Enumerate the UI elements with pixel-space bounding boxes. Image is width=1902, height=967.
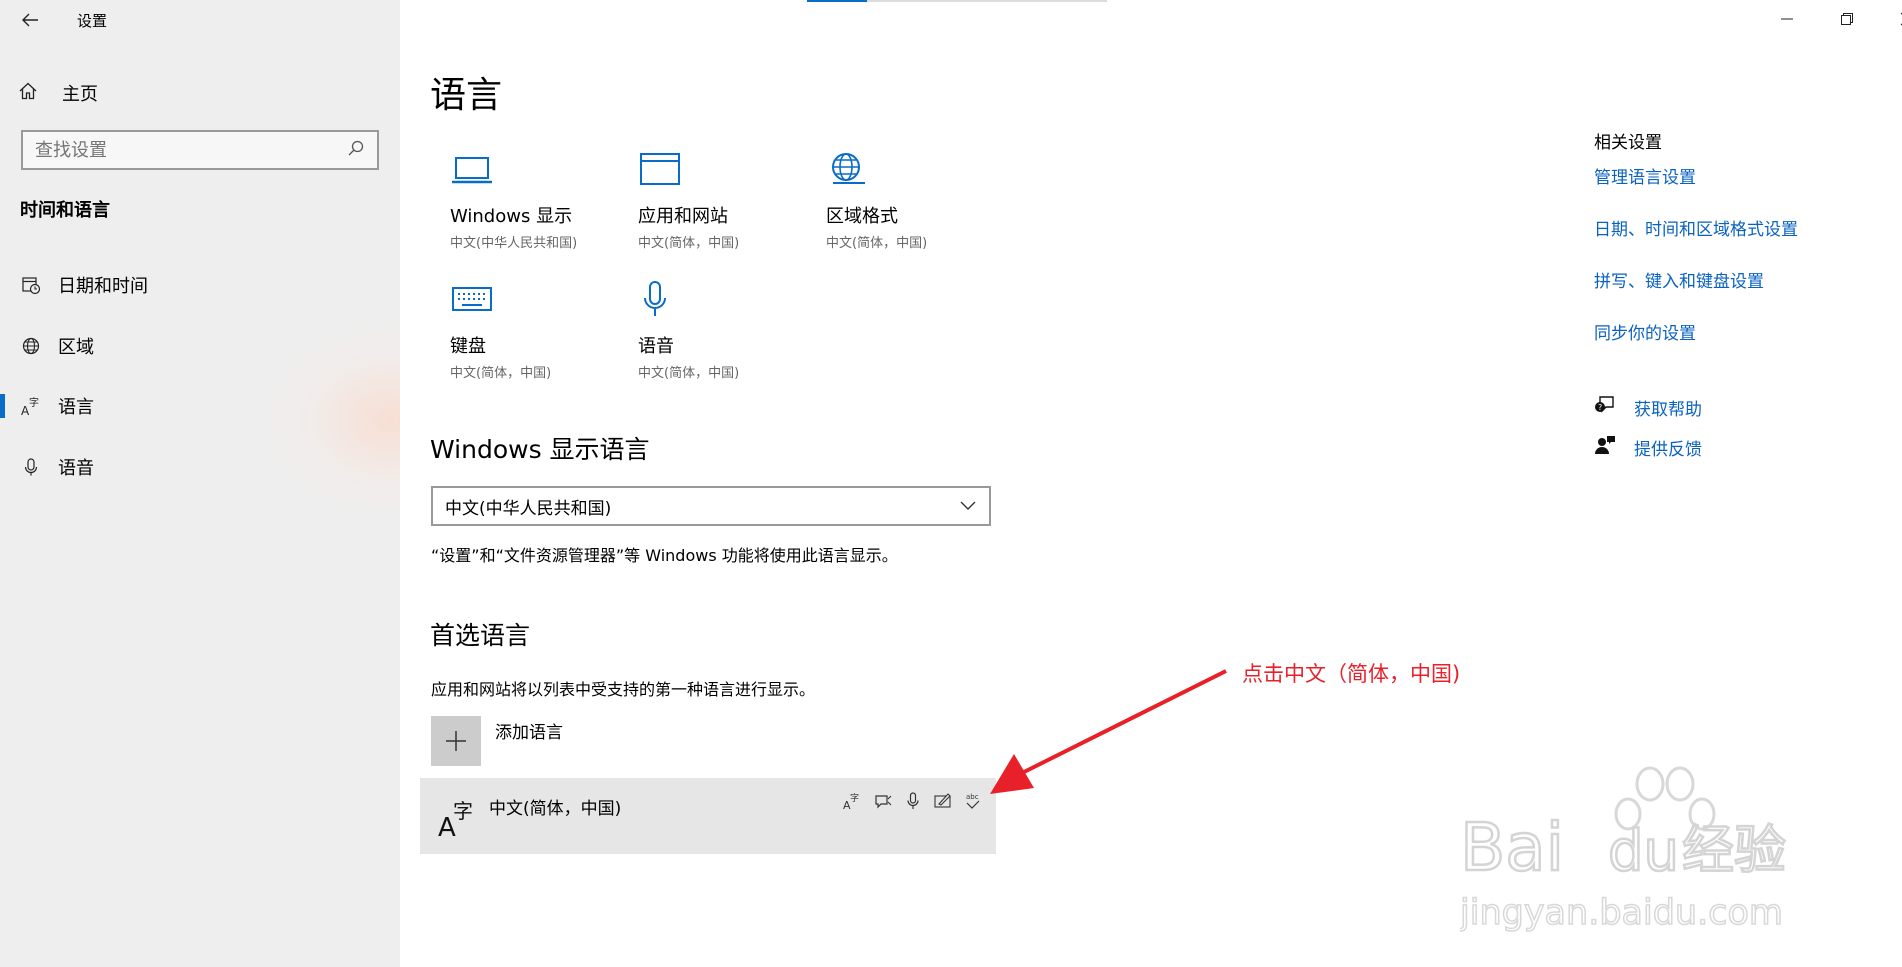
sidebar-item-region[interactable]: 区域 [0,321,400,371]
tile-subtitle: 中文(简体，中国) [450,366,552,381]
display-language-heading: Windows 显示语言 [430,435,650,464]
watermark-brand: Bai [1460,809,1564,886]
tile-windows-display[interactable]: Windows 显示 中文(中华人民共和国) [450,150,640,251]
help-chat-icon: ? [1594,394,1616,421]
chevron-down-icon [959,496,977,516]
feedback-icon [1594,434,1616,461]
language-glyph-icon: A字 [438,796,478,843]
tile-keyboard[interactable]: 键盘 中文(简体，中国) [450,280,640,381]
preferred-languages-description: 应用和网站将以列表中受支持的第一种语言进行显示。 [431,680,816,699]
top-progress-indicator [807,0,1107,2]
sidebar-item-label: 语音 [58,458,94,479]
svg-text:字: 字 [850,792,859,804]
microphone-icon [638,280,684,320]
globe-icon [20,335,42,357]
related-settings: 相关设置 管理语言设置 日期、时间和区域格式设置 拼写、键入和键盘设置 同步你的… [1594,128,1874,371]
language-icon: A字 [20,395,42,417]
give-feedback-label: 提供反馈 [1634,440,1702,460]
tile-name: 语音 [638,336,674,357]
restore-icon[interactable] [1832,6,1862,32]
section-title: 时间和语言 [20,200,110,221]
app-title: 设置 [77,12,108,30]
plus-icon [431,716,481,766]
display-language-description: “设置”和“文件资源管理器”等 Windows 功能将使用此语言显示。 [431,546,898,565]
get-help-label: 获取帮助 [1634,400,1702,420]
microphone-icon [902,790,924,812]
tile-subtitle: 中文(简体，中国) [638,236,740,251]
sidebar-item-label: 区域 [58,337,94,358]
home-icon [18,81,38,106]
search-input[interactable] [35,139,335,161]
tile-subtitle: 中文(中华人民共和国) [450,236,578,251]
tile-name: 应用和网站 [638,206,728,227]
spell-check-icon: abc [962,790,984,812]
tile-subtitle: 中文(简体，中国) [638,366,740,381]
link-sync-settings[interactable]: 同步你的设置 [1594,319,1874,344]
display-language-icon: A字 [842,790,864,812]
calendar-clock-icon [20,274,42,296]
search-icon[interactable] [347,139,365,161]
svg-text:字: 字 [453,799,473,823]
give-feedback-link[interactable]: 提供反馈 [1594,434,1702,461]
nav-home-label: 主页 [62,84,98,105]
minimize-icon[interactable] [1772,6,1802,32]
microphone-icon [20,456,42,478]
link-date-time-region[interactable]: 日期、时间和区域格式设置 [1594,215,1874,240]
nav-home[interactable]: 主页 [18,78,98,108]
close-icon[interactable] [1892,6,1902,32]
sidebar: 设置 主页 时间和语言 日期和时间 区域 A字 语言 语音 [0,0,400,967]
related-settings-heading: 相关设置 [1594,133,1662,153]
language-list-item[interactable]: A字 中文(简体，中国) A字 abc [420,778,996,854]
link-spelling-typing-keyboard[interactable]: 拼写、键入和键盘设置 [1594,267,1874,292]
page-title: 语言 [430,75,503,116]
regional-format-icon [826,150,872,190]
tile-apps-websites[interactable]: 应用和网站 中文(简体，中国) [638,150,828,251]
add-language-button[interactable]: 添加语言 [431,716,563,766]
get-help-link[interactable]: ? 获取帮助 [1594,394,1702,421]
annotation-arrow-icon [990,669,1227,794]
laptop-icon [450,150,496,190]
window-icon [638,150,684,190]
dropdown-value: 中文(中华人民共和国) [445,498,612,519]
tile-name: 区域格式 [826,206,898,227]
annotation-text: 点击中文（简体，中国) [1242,662,1461,686]
tile-name: 键盘 [450,336,486,357]
svg-text:?: ? [1598,403,1602,412]
sidebar-item-date-time[interactable]: 日期和时间 [0,260,400,310]
watermark-url: jingyan.baidu.com [1460,893,1783,932]
sidebar-item-label: 日期和时间 [58,276,148,297]
speech-recognition-icon [872,790,894,812]
keyboard-icon [450,280,496,320]
tile-speech[interactable]: 语音 中文(简体，中国) [638,280,828,381]
handwriting-icon [932,790,954,812]
back-arrow-icon[interactable] [18,8,42,32]
tile-subtitle: 中文(简体，中国) [826,236,928,251]
tile-name: Windows 显示 [450,206,573,227]
language-name: 中文(简体，中国) [489,799,622,819]
search-box[interactable] [21,130,379,170]
sidebar-item-label: 语言 [58,397,94,418]
sidebar-item-language[interactable]: A字 语言 [0,381,400,431]
link-manage-language[interactable]: 管理语言设置 [1594,163,1874,188]
baidu-jingyan-watermark: Bai du 经验 jingyan.baidu.com [1460,766,1787,932]
svg-text:abc: abc [966,793,979,801]
tile-regional-format[interactable]: 区域格式 中文(简体，中国) [826,150,1016,251]
svg-text:字: 字 [29,396,39,409]
sidebar-item-speech[interactable]: 语音 [0,442,400,492]
display-language-dropdown[interactable]: 中文(中华人民共和国) [431,486,991,526]
watermark-brand-3: 经验 [1682,821,1786,881]
watermark-brand-2: du [1608,819,1679,884]
language-feature-icons: A字 abc [842,790,984,812]
add-language-label: 添加语言 [495,723,563,743]
preferred-languages-heading: 首选语言 [430,621,531,650]
